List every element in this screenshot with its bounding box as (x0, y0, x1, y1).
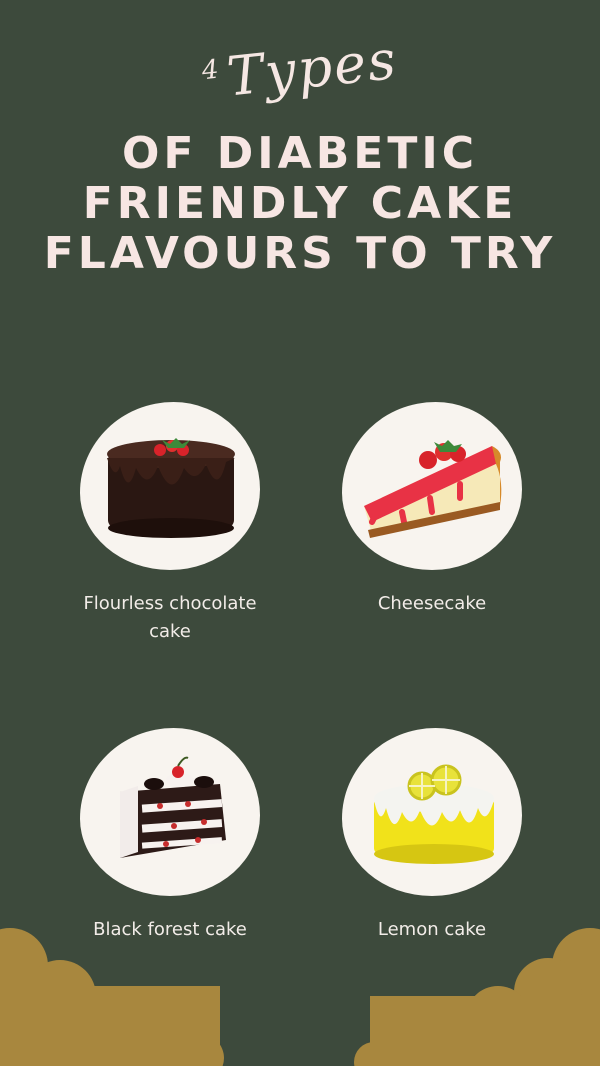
cheesecake-caption-line-1: Cheesecake (377, 593, 487, 614)
cheesecake-icon (364, 440, 502, 538)
chocolate-cake-caption: Flourless chocolate cake (50, 590, 290, 646)
chocolate-cake-circle (80, 402, 260, 570)
lemon-cake-circle (342, 728, 522, 896)
chocolate-cake-caption-line-1: Flourless chocolate (83, 593, 257, 614)
script-title: 4Types (0, 7, 600, 132)
chocolate-cake-caption-line-2: cake (149, 621, 191, 642)
chocolate-cake-icon (107, 438, 235, 538)
title-script-word: Types (223, 27, 401, 109)
headline-line-2: FRIENDLY CAKE (82, 178, 518, 229)
lemon-cake-icon (374, 764, 494, 864)
headline-line-3: FLAVOURS TO TRY (43, 228, 557, 279)
cheesecake-circle (342, 402, 522, 570)
infographic-poster: 4Types OF DIABETIC FRIENDLY CAKE FLAVOUR… (0, 0, 600, 1066)
black-forest-cake-icon (120, 756, 226, 858)
black-forest-cake-circle (80, 728, 260, 896)
cheesecake-caption: Cheesecake (312, 590, 552, 618)
title-number: 4 (200, 54, 223, 87)
headline-line-1: OF DIABETIC (122, 128, 478, 179)
decorative-clouds (0, 928, 600, 1066)
